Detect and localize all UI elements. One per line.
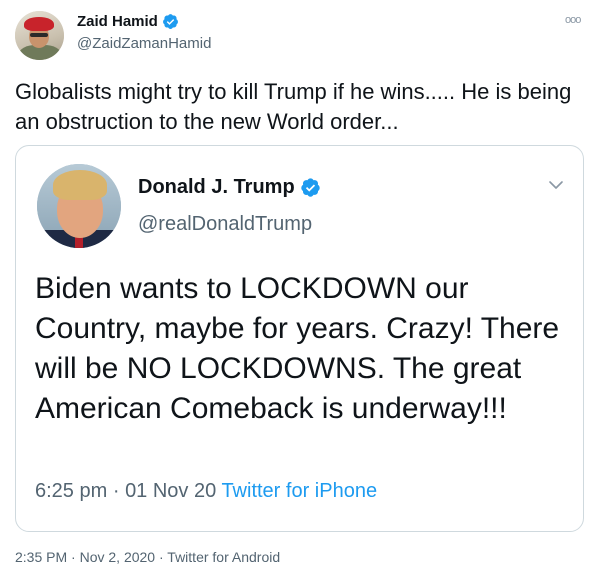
verified-badge-icon [300, 178, 320, 197]
tweet: Zaid Hamid @ZaidZamanHamid ooo Globalist… [0, 0, 600, 582]
chevron-down-icon[interactable] [547, 176, 565, 194]
quoted-tweet[interactable]: Donald J. Trump @realDonaldTrump Biden w… [15, 145, 584, 532]
more-options-icon[interactable]: ooo [565, 14, 581, 26]
tweet-time[interactable]: 2:35 PM [15, 549, 67, 565]
author-name-row[interactable]: Zaid Hamid [77, 13, 179, 30]
quoted-tweet-source-link[interactable]: Twitter for iPhone [221, 480, 377, 502]
quoted-tweet-meta: 6:25 pm · 01 Nov 20 Twitter for iPhone [35, 480, 377, 503]
tweet-footer-meta: 2:35 PM · Nov 2, 2020 · Twitter for Andr… [15, 549, 280, 565]
quoted-author-name[interactable]: Donald J. Trump [138, 176, 295, 199]
meta-separator: · [71, 549, 76, 565]
tweet-source[interactable]: Twitter for Android [167, 549, 280, 565]
tweet-date[interactable]: Nov 2, 2020 [80, 549, 156, 565]
meta-separator: · [112, 480, 120, 502]
verified-badge-icon [162, 14, 178, 29]
quoted-tweet-time[interactable]: 6:25 pm [35, 480, 107, 502]
tweet-text: Globalists might try to kill Trump if he… [15, 79, 572, 134]
meta-separator: · [158, 549, 164, 565]
author-name[interactable]: Zaid Hamid [77, 13, 158, 30]
quoted-tweet-text: Biden wants to LOCKDOWN our Country, may… [35, 272, 560, 425]
author-handle[interactable]: @ZaidZamanHamid [77, 35, 211, 52]
author-avatar[interactable] [15, 11, 64, 60]
quoted-author-name-row[interactable]: Donald J. Trump [138, 176, 321, 199]
quoted-author-handle[interactable]: @realDonaldTrump [138, 213, 312, 236]
quoted-author-avatar[interactable] [37, 164, 121, 248]
quoted-tweet-date[interactable]: 01 Nov 20 [125, 480, 216, 502]
